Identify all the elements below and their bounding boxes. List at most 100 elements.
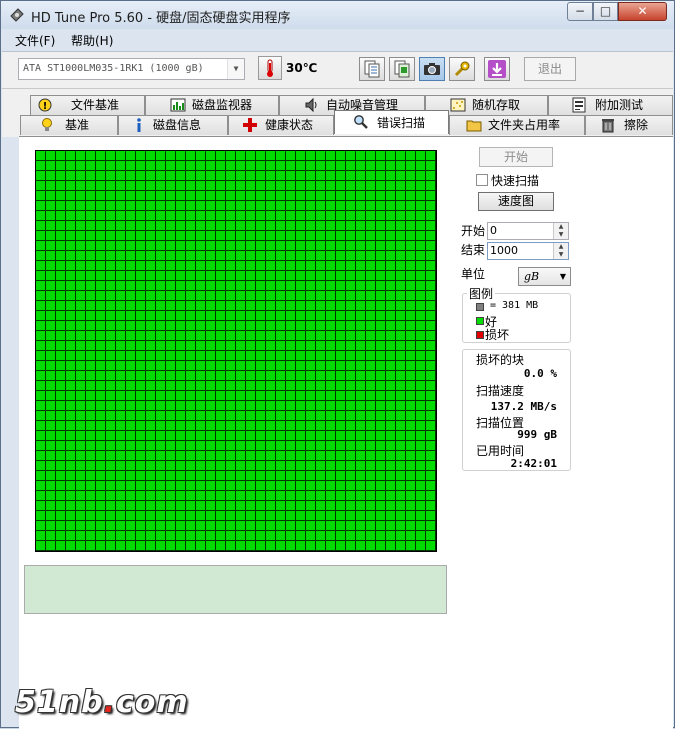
scan-block — [326, 291, 336, 301]
scan-block — [346, 421, 356, 431]
scan-block — [416, 481, 426, 491]
scan-block — [226, 281, 236, 291]
save-button[interactable] — [484, 57, 510, 81]
scan-block — [106, 361, 116, 371]
scan-block — [196, 171, 206, 181]
scan-block — [56, 421, 66, 431]
screenshot-button[interactable] — [419, 57, 445, 81]
scan-block — [336, 361, 346, 371]
quick-scan-checkbox[interactable] — [476, 174, 488, 186]
tab-benchmark[interactable]: 基准 — [20, 115, 118, 135]
scan-block — [206, 491, 216, 501]
scan-block — [326, 181, 336, 191]
scan-block — [186, 171, 196, 181]
options-button[interactable] — [449, 57, 475, 81]
scan-block — [206, 431, 216, 441]
tab-disk-info[interactable]: 磁盘信息 — [118, 115, 228, 135]
scan-block — [236, 271, 246, 281]
scan-block — [266, 201, 276, 211]
scan-block — [106, 411, 116, 421]
scan-block — [206, 301, 216, 311]
start-input[interactable]: 0 ▲ ▼ — [487, 222, 569, 240]
unit-select[interactable]: gB ▼ — [518, 267, 571, 286]
scan-block — [396, 301, 406, 311]
scan-block — [146, 381, 156, 391]
menu-file[interactable]: 文件(F) — [15, 32, 55, 49]
scan-block — [56, 201, 66, 211]
scan-block — [426, 241, 436, 251]
scan-block — [116, 291, 126, 301]
scan-block — [226, 491, 236, 501]
scan-block — [236, 481, 246, 491]
scan-block — [336, 231, 346, 241]
copy-info-button[interactable] — [359, 57, 385, 81]
scan-block — [306, 251, 316, 261]
scan-block — [36, 311, 46, 321]
tab-file-benchmark[interactable]: ! 文件基准 — [30, 95, 145, 115]
window-title: HD Tune Pro 5.60 - 硬盘/固态硬盘实用程序 — [31, 11, 291, 26]
copy-screenshot-button[interactable] — [389, 57, 415, 81]
scan-block — [206, 391, 216, 401]
scan-block — [286, 251, 296, 261]
scan-block — [256, 371, 266, 381]
tab-health[interactable]: 健康状态 — [228, 115, 334, 135]
scan-block — [336, 161, 346, 171]
scan-block — [326, 461, 336, 471]
scan-block — [56, 491, 66, 501]
scan-block — [316, 291, 326, 301]
scan-block — [96, 341, 106, 351]
scan-block — [396, 201, 406, 211]
scan-block — [136, 521, 146, 531]
scan-block — [426, 171, 436, 181]
tab-extra-tests[interactable]: 附加测试 — [548, 95, 673, 115]
scan-block — [246, 421, 256, 431]
scan-block — [46, 481, 56, 491]
end-input[interactable]: 1000 ▲ ▼ — [487, 242, 569, 260]
scan-block — [216, 421, 226, 431]
scan-block — [376, 391, 386, 401]
close-button[interactable]: ✕ — [618, 2, 667, 21]
tab-error-scan[interactable]: 错误扫描 — [334, 110, 449, 134]
tab-folder-usage[interactable]: 文件夹占用率 — [449, 115, 585, 135]
scan-block — [106, 511, 116, 521]
scan-block — [286, 481, 296, 491]
tab-erase[interactable]: 擦除 — [585, 115, 673, 135]
speed-map-button[interactable]: 速度图 — [478, 192, 554, 211]
exit-button[interactable]: 退出 — [524, 57, 576, 81]
spin-arrows-icon[interactable]: ▲ ▼ — [553, 223, 568, 239]
scan-block — [306, 311, 316, 321]
scan-block — [376, 211, 386, 221]
scan-block — [66, 411, 76, 421]
scan-block — [66, 531, 76, 541]
menu-help[interactable]: 帮助(H) — [71, 32, 113, 49]
scan-block — [66, 261, 76, 271]
tab-label: 文件夹占用率 — [488, 118, 561, 132]
scan-block — [386, 331, 396, 341]
scan-block — [96, 471, 106, 481]
scan-block — [296, 361, 306, 371]
start-scan-button[interactable]: 开始 — [479, 147, 553, 167]
scan-block — [236, 511, 246, 521]
maximize-button[interactable]: □ — [593, 2, 618, 21]
scan-block — [86, 371, 96, 381]
scan-block — [346, 541, 356, 551]
scan-block — [286, 511, 296, 521]
scan-block — [166, 521, 176, 531]
scan-block — [196, 451, 206, 461]
scan-block — [156, 251, 166, 261]
scan-block — [286, 411, 296, 421]
magnifier-icon — [354, 115, 368, 129]
scan-block — [416, 181, 426, 191]
drive-select[interactable]: ATA ST1000LM035-1RK1 (1000 gB) ▼ — [18, 58, 245, 80]
scan-block — [266, 451, 276, 461]
scan-block — [86, 361, 96, 371]
scan-block — [76, 431, 86, 441]
minimize-button[interactable]: − — [567, 2, 593, 21]
scan-block — [126, 151, 136, 161]
scan-block — [336, 541, 346, 551]
tab-disk-monitor[interactable]: 磁盘监视器 — [145, 95, 279, 115]
scan-block — [216, 481, 226, 491]
spin-arrows-icon[interactable]: ▲ ▼ — [553, 243, 568, 259]
scan-block — [286, 471, 296, 481]
scan-block — [366, 361, 376, 371]
